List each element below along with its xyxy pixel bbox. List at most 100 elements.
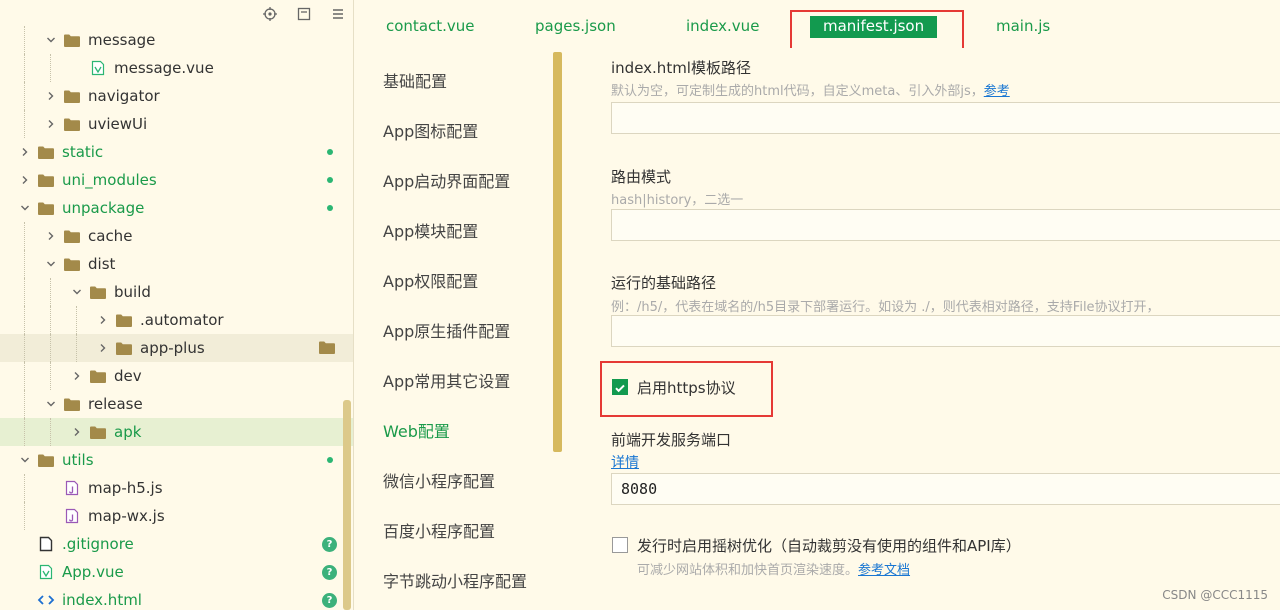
tree-item-label: message (88, 31, 156, 49)
template-path-input[interactable] (611, 102, 1280, 134)
vue-file-icon (37, 563, 55, 581)
folder-icon (63, 395, 81, 413)
locate-icon[interactable] (261, 5, 279, 23)
chevron-down-icon[interactable] (70, 278, 84, 306)
chevron-right-icon[interactable] (44, 82, 58, 110)
nav-app-module-config[interactable]: App模块配置 (383, 218, 478, 242)
chevron-down-icon[interactable] (18, 194, 32, 222)
tree-item-uni-modules[interactable]: uni_modules (0, 166, 353, 194)
tree-item-message-vue[interactable]: message.vue (0, 54, 353, 82)
nav-app-other-settings[interactable]: App常用其它设置 (383, 368, 510, 392)
nav-app-permission-config[interactable]: App权限配置 (383, 268, 478, 292)
tree-item-app-plus[interactable]: app-plus (0, 334, 353, 362)
folder-icon (63, 227, 81, 245)
tree-item-app-vue[interactable]: App.vue? (0, 558, 353, 586)
tree-item-cache[interactable]: cache (0, 222, 353, 250)
tree-item-automator[interactable]: .automator (0, 306, 353, 334)
tree-item-navigator[interactable]: navigator (0, 82, 353, 110)
tree-item-dev[interactable]: dev (0, 362, 353, 390)
tree-item-label: uni_modules (62, 171, 157, 189)
tree-item-message[interactable]: message (0, 26, 353, 54)
tree-item-release[interactable]: release (0, 390, 353, 418)
menu-icon[interactable] (329, 5, 347, 23)
chevron-right-icon[interactable] (70, 362, 84, 390)
chevron-right-icon[interactable] (70, 418, 84, 446)
tree-item-index-html[interactable]: index.html? (0, 586, 353, 610)
tree-item-label: utils (62, 451, 94, 469)
file-explorer: message message.vue navigator uviewUi static… (0, 0, 354, 610)
router-mode-label: 路由模式 (611, 168, 672, 186)
chevron-down-icon[interactable] (44, 26, 58, 54)
indent-guide (24, 278, 25, 306)
tree-item-label: app-plus (140, 339, 205, 357)
template-path-label: index.html模板路径 (611, 59, 751, 77)
chevron-down-icon[interactable] (44, 390, 58, 418)
editor-tabs: contact.vue pages.json index.vue manifes… (354, 0, 1280, 54)
tab-main-js[interactable]: main.js (996, 17, 1050, 35)
router-mode-input[interactable] (611, 209, 1280, 241)
template-path-reference-link[interactable]: 参考 (984, 84, 1010, 99)
tree-item-gitignore[interactable]: .gitignore? (0, 530, 353, 558)
tree-item-map-wx-js[interactable]: map-wx.js (0, 502, 353, 530)
file-icon (37, 535, 55, 553)
tree-item-label: App.vue (62, 563, 124, 581)
tree-item-static[interactable]: static (0, 138, 353, 166)
nav-app-native-plugin-config[interactable]: App原生插件配置 (383, 318, 510, 342)
explorer-scrollbar[interactable] (343, 400, 351, 610)
indent-guide (24, 390, 25, 418)
js-file-icon (63, 507, 81, 525)
tree-item-label: map-h5.js (88, 479, 163, 497)
tree-item-label: build (114, 283, 151, 301)
tree-shaking-label[interactable]: 发行时启用摇树优化（自动裁剪没有使用的组件和API库） (637, 535, 1021, 556)
dev-port-input[interactable]: 8080 (611, 473, 1280, 505)
open-folder-icon[interactable] (318, 340, 336, 359)
folder-icon (115, 339, 133, 357)
folder-icon (37, 451, 55, 469)
chevron-right-icon[interactable] (18, 138, 32, 166)
chevron-down-icon[interactable] (44, 250, 58, 278)
tree-item-dist[interactable]: dist (0, 250, 353, 278)
indent-guide (50, 418, 51, 446)
nav-web-config[interactable]: Web配置 (383, 418, 450, 442)
tree-item-uviewui[interactable]: uviewUi (0, 110, 353, 138)
collapse-all-icon[interactable] (295, 5, 313, 23)
tree-item-apk[interactable]: apk (0, 418, 353, 446)
nav-wechat-mp-config[interactable]: 微信小程序配置 (383, 468, 495, 492)
chevron-right-icon[interactable] (96, 334, 110, 362)
status-dot-icon (327, 149, 333, 155)
indent-guide (24, 82, 25, 110)
nav-bytedance-mp-config[interactable]: 字节跳动小程序配置 (383, 568, 527, 592)
indent-guide (24, 26, 25, 54)
tab-contact-vue[interactable]: contact.vue (386, 17, 475, 35)
tree-shaking-docs-link[interactable]: 参考文档 (858, 563, 910, 578)
chevron-right-icon[interactable] (44, 222, 58, 250)
manifest-settings-nav: 基础配置 App图标配置 App启动界面配置 App模块配置 App权限配置 A… (354, 48, 564, 610)
tree-item-utils[interactable]: utils (0, 446, 353, 474)
tab-index-vue[interactable]: index.vue (686, 17, 759, 35)
chevron-down-icon[interactable] (18, 446, 32, 474)
nav-baidu-mp-config[interactable]: 百度小程序配置 (383, 518, 495, 542)
indent-guide (24, 362, 25, 390)
dev-port-details-link[interactable]: 详情 (611, 452, 639, 472)
chevron-right-icon[interactable] (44, 110, 58, 138)
chevron-right-icon[interactable] (96, 306, 110, 334)
base-path-hint: 例：/h5/，代表在域名的/h5目录下部署运行。如设为 ./，则代表相对路径，支… (611, 300, 1160, 315)
folder-icon (37, 143, 55, 161)
tree-item-map-h5-js[interactable]: map-h5.js (0, 474, 353, 502)
template-path-hint: 默认为空，可定制生成的html代码，自定义meta、引入外部js，参考 (611, 84, 1010, 99)
nav-basic-config[interactable]: 基础配置 (383, 68, 447, 92)
nav-app-icon-config[interactable]: App图标配置 (383, 118, 478, 142)
base-path-input[interactable] (611, 315, 1280, 347)
explorer-toolbar (261, 5, 347, 23)
tab-pages-json[interactable]: pages.json (535, 17, 616, 35)
folder-icon (63, 31, 81, 49)
tree-item-build[interactable]: build (0, 278, 353, 306)
settings-nav-scrollbar[interactable] (553, 52, 562, 452)
tree-item-unpackage[interactable]: unpackage (0, 194, 353, 222)
nav-app-splash-config[interactable]: App启动界面配置 (383, 168, 510, 192)
indent-guide (76, 334, 77, 362)
tree-shaking-checkbox[interactable] (612, 537, 628, 553)
js-file-icon (63, 479, 81, 497)
chevron-right-icon[interactable] (18, 166, 32, 194)
